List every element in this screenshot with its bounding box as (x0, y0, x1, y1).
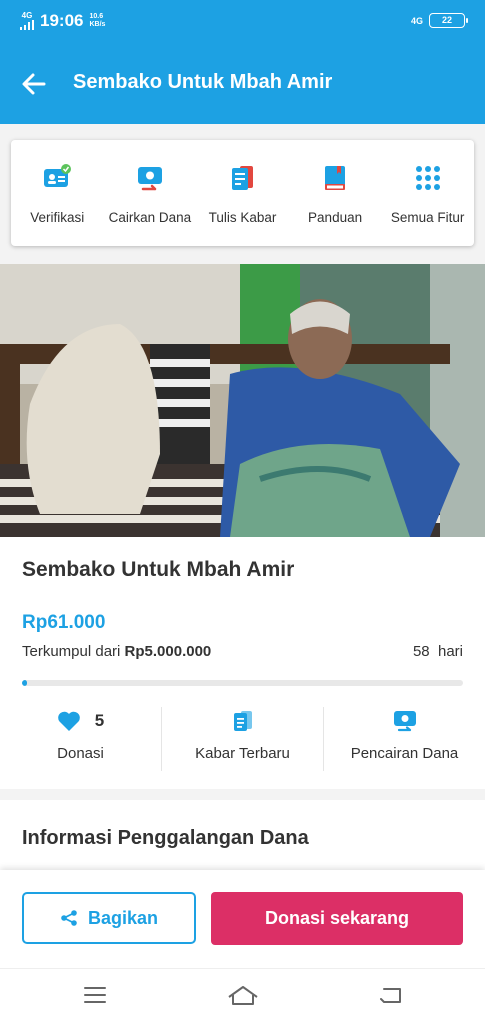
bottom-action-bar: Bagikan Donasi sekarang (0, 870, 485, 968)
withdraw-funds-icon (137, 167, 162, 191)
stat-label: Pencairan Dana (350, 745, 459, 762)
donate-label: Donasi sekarang (264, 908, 410, 928)
clock: 19:06 (40, 11, 84, 30)
share-icon (61, 910, 77, 926)
campaign-title: Sembako Untuk Mbah Amir (22, 558, 295, 581)
feature-label: Panduan (308, 210, 363, 225)
news-icon (233, 711, 252, 731)
feature-tulis-kabar[interactable]: Tulis Kabar (196, 140, 289, 246)
home-icon[interactable] (227, 985, 259, 1007)
feature-verifikasi[interactable]: Verifikasi (11, 140, 104, 246)
days-left: 58 hari (413, 643, 463, 660)
feature-cairkan-dana[interactable]: Cairkan Dana (104, 140, 197, 246)
feature-label: Verifikasi (30, 210, 85, 225)
campaign-card: Sembako Untuk Mbah Amir Rp61.000 Terkump… (0, 537, 485, 789)
feature-semua-fitur[interactable]: Semua Fitur (381, 140, 474, 246)
days-unit: hari (437, 643, 463, 660)
all-features-grid-icon (415, 166, 440, 190)
speed-value: 10.6 (89, 13, 104, 20)
write-news-icon (232, 166, 254, 190)
share-button[interactable]: Bagikan (22, 892, 196, 944)
donation-count: 5 (94, 711, 105, 730)
info-section: Informasi Penggalangan Dana (0, 800, 485, 880)
feature-label: Cairkan Dana (108, 210, 192, 225)
progress-bar (22, 680, 463, 686)
donate-now-button[interactable]: Donasi sekarang (211, 892, 463, 945)
feature-shortcuts: Verifikasi Cairkan Dana Tulis Kabar Pand… (11, 140, 474, 246)
verification-icon (44, 164, 72, 187)
battery-level: 22 (441, 15, 452, 25)
feature-label: Tulis Kabar (208, 210, 277, 225)
network-right-label: 4G (410, 15, 423, 26)
app-bar: Sembako Untuk Mbah Amir (0, 44, 485, 124)
battery-icon: 22 (429, 13, 468, 28)
feature-panduan[interactable]: Panduan (289, 140, 382, 246)
menu-icon[interactable] (83, 985, 107, 1005)
stat-pencairan-dana[interactable]: Pencairan Dana (323, 707, 485, 771)
withdrawal-icon (393, 711, 416, 732)
target-amount: Rp5.000.000 (124, 643, 212, 660)
system-navigation-bar (0, 968, 485, 1025)
network-label: 4G (21, 11, 33, 20)
days-value: 58 (412, 643, 430, 660)
status-bar: 4G 19:06 10.6 KB/s 4G 22 (0, 0, 485, 44)
guide-book-icon (325, 166, 346, 190)
stat-label: Kabar Terbaru (195, 745, 290, 762)
stat-label: Donasi (57, 745, 104, 762)
signal-icon: 4G (20, 12, 34, 30)
target-text: Terkumpul dari Rp5.000.000 (22, 643, 211, 660)
stat-kabar-terbaru[interactable]: Kabar Terbaru (161, 707, 323, 771)
speed-unit: KB/s (89, 21, 106, 28)
target-prefix: Terkumpul dari (22, 643, 121, 660)
info-title: Informasi Penggalangan Dana (22, 827, 309, 849)
campaign-photo (0, 264, 485, 537)
stat-donasi[interactable]: 5 Donasi (0, 707, 161, 771)
back-nav-icon[interactable] (378, 985, 402, 1005)
heart-icon (57, 711, 80, 731)
page-title: Sembako Untuk Mbah Amir (73, 71, 333, 93)
back-arrow-icon[interactable] (20, 70, 48, 98)
progress-fill (22, 680, 28, 686)
collected-amount: Rp61.000 (22, 612, 106, 633)
campaign-stats: 5 Donasi Kabar Terbaru Pencairan Dana (0, 707, 485, 771)
share-label: Bagikan (87, 907, 159, 928)
feature-label: Semua Fitur (390, 210, 465, 225)
